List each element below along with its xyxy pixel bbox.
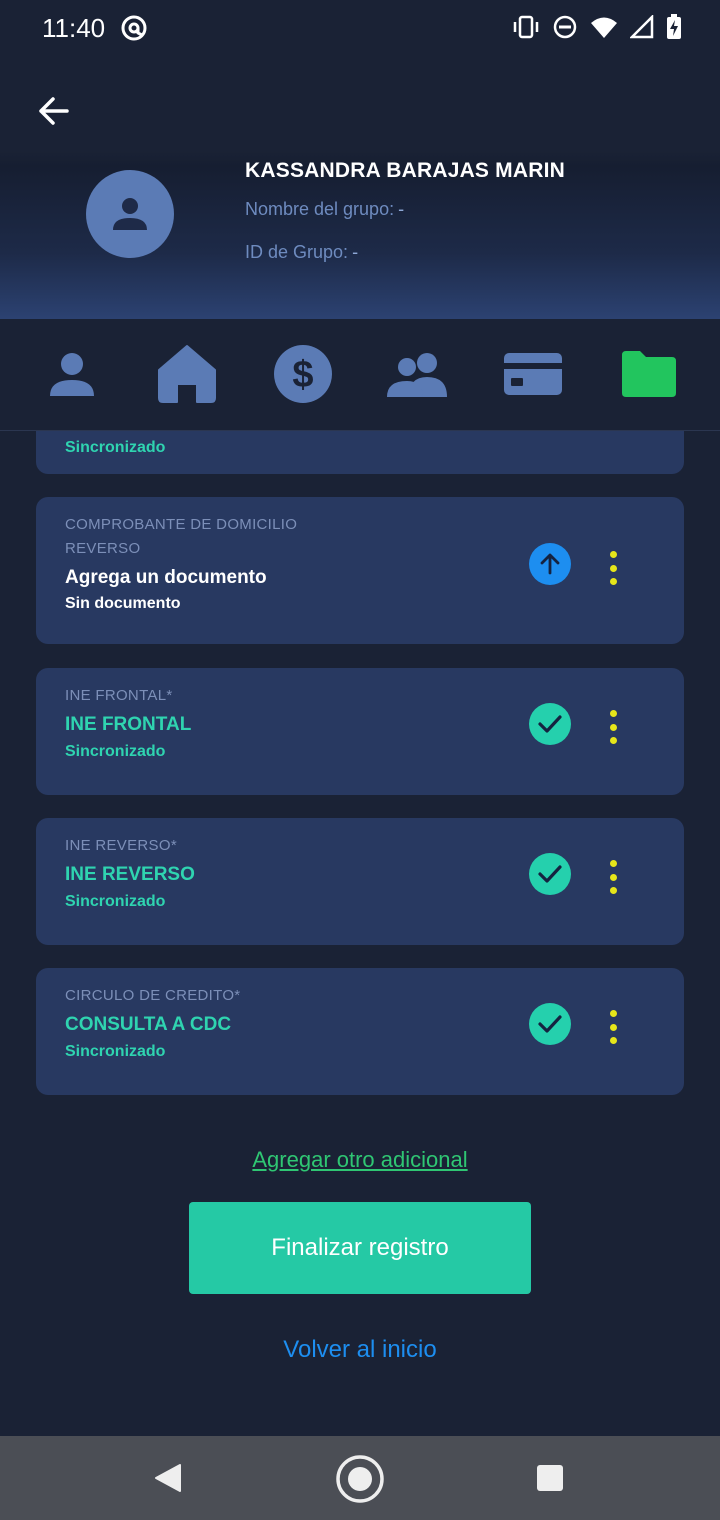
arrow-up-icon bbox=[540, 553, 560, 575]
status-bar: 11:40 bbox=[0, 0, 720, 56]
document-name: INE REVERSO bbox=[65, 864, 195, 885]
document-card[interactable]: INE REVERSO* INE REVERSO Sincronizado bbox=[36, 818, 684, 945]
group-name-label: Nombre del grupo: bbox=[245, 199, 395, 219]
document-name: INE FRONTAL bbox=[65, 714, 192, 735]
group-id-row: ID de Grupo: - bbox=[245, 242, 358, 263]
document-title: INE REVERSO* bbox=[65, 837, 177, 854]
tab-person[interactable] bbox=[44, 343, 100, 405]
client-name: KASSANDRA BARAJAS MARIN bbox=[245, 159, 565, 182]
dollar-icon: $ bbox=[274, 345, 332, 403]
more-options-button[interactable] bbox=[602, 860, 624, 894]
square-recents-icon bbox=[537, 1465, 563, 1491]
circle-home-icon bbox=[336, 1455, 384, 1503]
card-icon bbox=[504, 353, 562, 395]
arrow-left-icon bbox=[39, 97, 69, 125]
back-home-link[interactable]: Volver al inicio bbox=[0, 1336, 720, 1364]
document-status: Sin documento bbox=[65, 595, 181, 612]
person-icon bbox=[113, 198, 147, 230]
battery-charging-icon bbox=[666, 14, 682, 45]
signal-icon bbox=[628, 13, 654, 44]
group-name-value: - bbox=[398, 199, 405, 219]
group-name-row: Nombre del grupo: - bbox=[245, 199, 404, 220]
document-status: Sincronizado bbox=[65, 1043, 166, 1060]
folder-icon bbox=[622, 351, 676, 397]
document-title: CIRCULO DE CREDITO* bbox=[65, 987, 241, 1004]
document-card[interactable]: COMPROBANTE DE DOMICILIO REVERSO Agrega … bbox=[36, 497, 684, 644]
home-icon bbox=[158, 345, 216, 403]
document-title: COMPROBANTE DE DOMICILIO REVERSO bbox=[65, 516, 298, 557]
add-additional-link[interactable]: Agregar otro adicional bbox=[0, 1147, 720, 1173]
client-header: KASSANDRA BARAJAS MARIN Nombre del grupo… bbox=[0, 56, 720, 319]
synced-status bbox=[529, 853, 571, 895]
tab-card[interactable] bbox=[502, 343, 564, 405]
check-icon bbox=[538, 865, 562, 883]
nav-recents-button[interactable] bbox=[532, 1454, 568, 1502]
more-options-button[interactable] bbox=[602, 710, 624, 744]
document-name: Agrega un documento bbox=[65, 567, 267, 588]
document-title: INE FRONTAL* bbox=[65, 687, 173, 704]
tab-documents[interactable] bbox=[618, 343, 680, 405]
more-options-button[interactable] bbox=[602, 1010, 624, 1044]
finish-registration-button[interactable]: Finalizar registro bbox=[189, 1202, 531, 1294]
synced-status bbox=[529, 703, 571, 745]
document-status: Sincronizado bbox=[65, 893, 166, 910]
document-card[interactable]: INE FRONTAL* INE FRONTAL Sincronizado bbox=[36, 668, 684, 795]
nav-home-button[interactable] bbox=[334, 1454, 386, 1504]
at-sign-icon bbox=[120, 14, 148, 47]
status-icons bbox=[512, 13, 682, 45]
nav-back-button[interactable] bbox=[148, 1454, 188, 1502]
do-not-disturb-icon bbox=[552, 14, 578, 45]
document-status: Sincronizado bbox=[65, 439, 166, 456]
tab-group[interactable] bbox=[386, 343, 448, 405]
more-options-button[interactable] bbox=[602, 551, 624, 585]
system-nav-bar bbox=[0, 1436, 720, 1520]
back-button[interactable] bbox=[34, 94, 74, 128]
group-id-value: - bbox=[352, 242, 359, 262]
document-status: Sincronizado bbox=[65, 743, 166, 760]
check-icon bbox=[538, 715, 562, 733]
svg-text:$: $ bbox=[292, 354, 313, 396]
check-icon bbox=[538, 1015, 562, 1033]
tab-finance[interactable]: $ bbox=[272, 343, 334, 405]
triangle-back-icon bbox=[155, 1464, 181, 1492]
group-icon bbox=[387, 353, 447, 397]
document-name: CONSULTA A CDC bbox=[65, 1014, 232, 1035]
status-time: 11:40 bbox=[42, 13, 106, 43]
person-icon bbox=[50, 353, 94, 396]
upload-button[interactable] bbox=[529, 543, 571, 585]
document-card[interactable]: Sincronizado bbox=[36, 431, 684, 474]
avatar bbox=[86, 170, 174, 258]
wifi-icon bbox=[590, 15, 618, 44]
section-tabs: $ bbox=[0, 319, 720, 431]
vibrate-icon bbox=[512, 15, 540, 44]
tab-home[interactable] bbox=[156, 343, 218, 405]
document-card[interactable]: CIRCULO DE CREDITO* CONSULTA A CDC Sincr… bbox=[36, 968, 684, 1095]
group-id-label: ID de Grupo: bbox=[245, 242, 349, 262]
synced-status bbox=[529, 1003, 571, 1045]
